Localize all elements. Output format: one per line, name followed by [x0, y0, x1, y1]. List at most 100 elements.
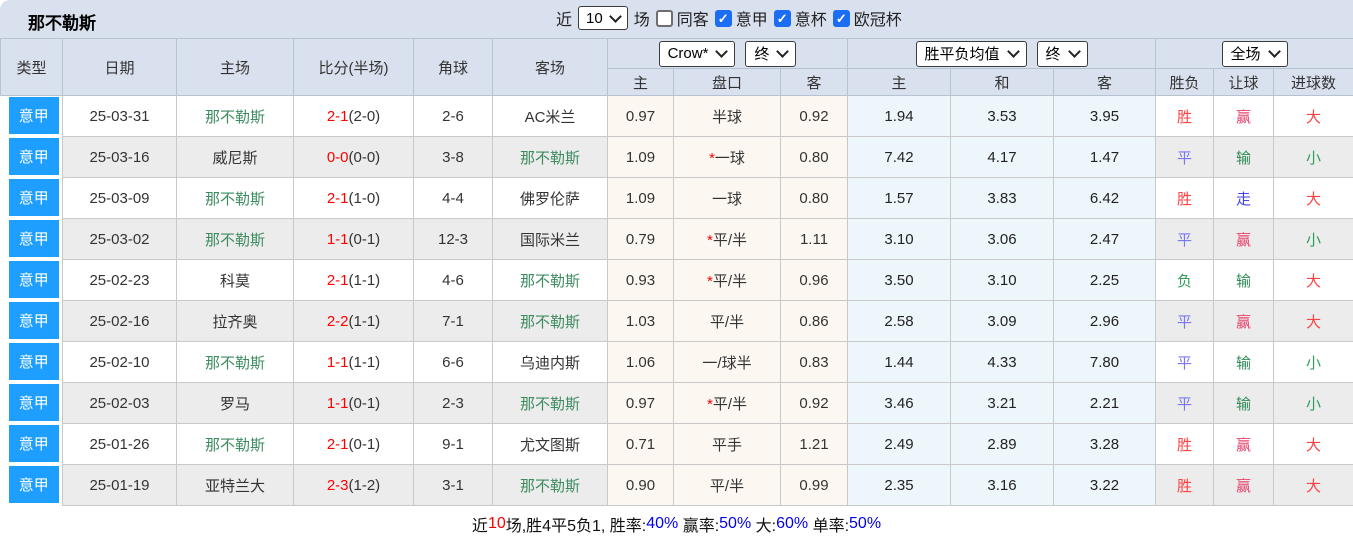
goals-cell: 大	[1273, 95, 1353, 137]
date-cell: 25-03-09	[62, 177, 177, 219]
chevron-down-icon	[776, 45, 790, 58]
league-cell: 意甲	[0, 136, 63, 178]
league-badge: 意甲	[8, 261, 59, 298]
chevron-down-icon	[1267, 45, 1281, 58]
col-header-type: 类型	[0, 38, 63, 96]
odds-company-select[interactable]: Crow*	[658, 40, 736, 67]
goals-cell: 小	[1273, 382, 1353, 424]
odds-time-select[interactable]: 终	[745, 40, 797, 67]
handicap-cell: 平手	[673, 423, 781, 465]
result-cell: 胜	[1155, 464, 1215, 506]
sub-header-avg-away: 客	[1053, 68, 1157, 96]
home-team-cell: 亚特兰大	[176, 464, 294, 506]
handicap-result-cell: 输	[1213, 259, 1275, 301]
check-icon: ✓	[776, 10, 788, 26]
odds-time-value: 终	[754, 46, 770, 63]
avg-time-select[interactable]: 终	[1036, 40, 1088, 67]
goals-cell: 小	[1273, 341, 1353, 383]
score-cell: 2-1(1-0)	[293, 177, 414, 219]
home-odds-cell: 1.03	[607, 300, 674, 342]
handicap-cell: 一球	[673, 177, 781, 219]
avg-type-select[interactable]: 胜平负均值	[915, 40, 1027, 67]
chevron-down-icon	[608, 9, 622, 23]
handicap-result-cell: 赢	[1213, 218, 1275, 260]
filter-bar: 近 10 场 ✓ 同客 ✓ 意甲 ✓ 意杯 ✓ 欧冠杯	[556, 6, 902, 30]
handicap-cell: *平/半	[673, 218, 781, 260]
avg-lose-cell: 2.21	[1053, 382, 1157, 424]
scope-group-header: 全场	[1155, 38, 1353, 69]
filter-coppa-italia[interactable]: ✓ 意杯	[773, 6, 827, 30]
home-odds-cell: 0.79	[607, 218, 674, 260]
col-header-score: 比分(半场)	[293, 38, 414, 96]
avg-win-cell: 2.35	[847, 464, 952, 506]
league-badge: 意甲	[8, 343, 59, 380]
handicap-result-cell: 输	[1213, 341, 1275, 383]
recent-label: 近	[556, 12, 573, 29]
league-badge: 意甲	[8, 138, 59, 175]
coppa-italia-checkbox[interactable]: ✓	[773, 9, 791, 27]
avg-draw-cell: 3.06	[950, 218, 1055, 260]
avg-win-cell: 3.46	[847, 382, 952, 424]
avg-draw-cell: 4.17	[950, 136, 1055, 178]
date-cell: 25-03-16	[62, 136, 177, 178]
date-cell: 25-03-31	[62, 95, 177, 137]
summary-segment: 10	[487, 514, 506, 532]
corners-cell: 3-8	[413, 136, 493, 178]
avg-lose-cell: 2.96	[1053, 300, 1157, 342]
home-team-cell: 那不勒斯	[176, 423, 294, 465]
date-cell: 25-01-19	[62, 464, 177, 506]
goals-cell: 大	[1273, 259, 1353, 301]
league-cell: 意甲	[0, 300, 63, 342]
score-cell: 2-1(0-1)	[293, 423, 414, 465]
corners-cell: 9-1	[413, 423, 493, 465]
filter-serie-a[interactable]: ✓ 意甲	[714, 6, 768, 30]
league-cell: 意甲	[0, 382, 63, 424]
handicap-result-cell: 赢	[1213, 95, 1275, 137]
avg-lose-cell: 6.42	[1053, 177, 1157, 219]
recent-count-select[interactable]: 10	[578, 6, 628, 30]
avg-lose-cell: 7.80	[1053, 341, 1157, 383]
home-team-cell: 那不勒斯	[176, 218, 294, 260]
avg-draw-cell: 3.09	[950, 300, 1055, 342]
home-odds-cell: 0.97	[607, 382, 674, 424]
away-odds-cell: 0.83	[779, 341, 849, 383]
summary-segment: 场,胜4平5负1, 胜率:	[505, 517, 647, 535]
home-team-cell: 罗马	[176, 382, 294, 424]
avg-time-value: 终	[1045, 46, 1061, 63]
check-icon: ✓	[835, 10, 847, 26]
summary-footer: 近 10 场,胜4平5负1, 胜率: 40% 赢率: 50% 大: 60% 单率: 50%	[0, 506, 1353, 540]
away-team-cell: 佛罗伦萨	[492, 177, 608, 219]
avg-draw-cell: 3.83	[950, 177, 1055, 219]
league-badge: 意甲	[8, 179, 59, 216]
star-icon: *	[709, 149, 715, 167]
page-title: 那不勒斯	[28, 14, 96, 33]
summary-segment: 50%	[849, 514, 882, 532]
away-odds-cell: 1.21	[779, 423, 849, 465]
avg-draw-cell: 2.89	[950, 423, 1055, 465]
handicap-cell: 平/半	[673, 300, 781, 342]
league-badge: 意甲	[8, 466, 59, 503]
same-venue-checkbox[interactable]: ✓	[655, 9, 673, 27]
filter-champions-league[interactable]: ✓ 欧冠杯	[832, 6, 902, 30]
champions-league-checkbox[interactable]: ✓	[832, 9, 850, 27]
odds-company-value: Crow*	[667, 45, 709, 62]
result-cell: 胜	[1155, 177, 1215, 219]
goals-cell: 小	[1273, 136, 1353, 178]
table-row: 意甲 25-02-10 那不勒斯 1-1(1-1) 6-6 乌迪内斯 1.06 一/球半 0.8…	[0, 341, 1353, 383]
away-team-cell: AC米兰	[492, 95, 608, 137]
avg-lose-cell: 3.22	[1053, 464, 1157, 506]
away-team-cell: 尤文图斯	[492, 423, 608, 465]
league-badge: 意甲	[8, 97, 59, 135]
sub-header-handicap: 盘口	[673, 68, 781, 96]
filter-same-venue[interactable]: ✓ 同客	[655, 6, 709, 30]
avg-draw-cell: 3.16	[950, 464, 1055, 506]
goals-cell: 大	[1273, 177, 1353, 219]
avg-type-value: 胜平负均值	[924, 46, 1000, 63]
home-team-cell: 那不勒斯	[176, 341, 294, 383]
top-bar: 那不勒斯 近 10 场 ✓ 同客 ✓ 意甲 ✓ 意杯 ✓ 欧冠杯	[0, 0, 1353, 38]
table-row: 意甲 25-03-02 那不勒斯 1-1(0-1) 12-3 国际米兰 0.79 *平/半 1.…	[0, 218, 1353, 260]
serie-a-checkbox[interactable]: ✓	[714, 9, 732, 27]
match-scope-select[interactable]: 全场	[1221, 40, 1288, 67]
away-odds-cell: 0.92	[779, 382, 849, 424]
league-badge: 意甲	[8, 384, 59, 421]
